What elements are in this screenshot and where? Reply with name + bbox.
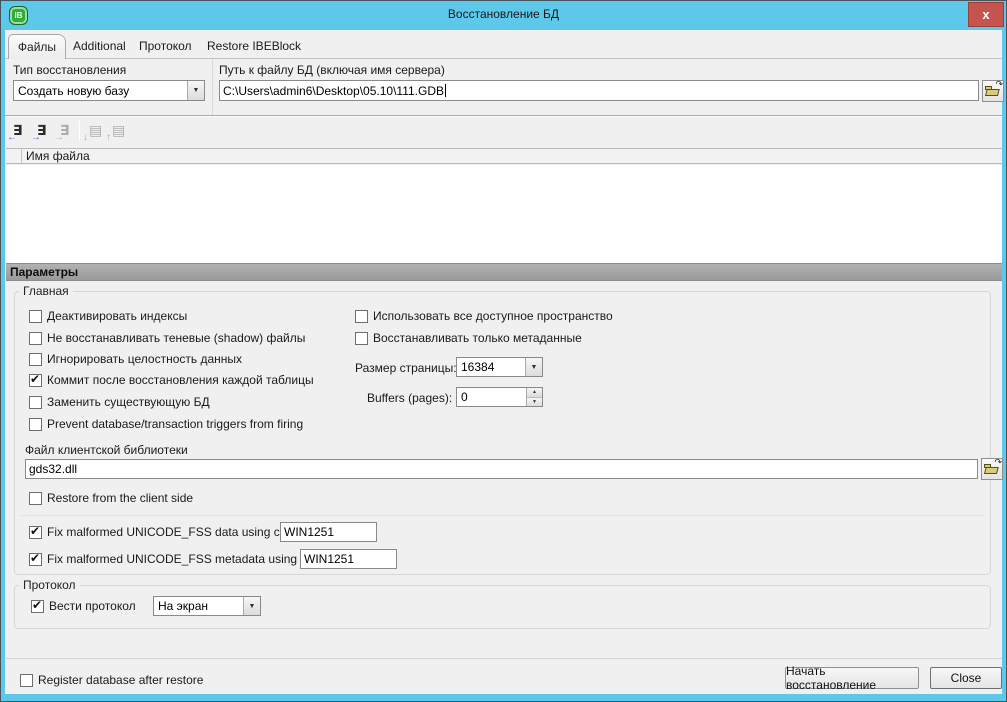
checkbox-box[interactable] bbox=[29, 310, 42, 323]
fix-metadata-charset-input[interactable]: WIN1251 bbox=[300, 549, 397, 569]
db-path-value: C:\Users\admin6\Desktop\05.10\111.GDB bbox=[223, 84, 444, 98]
move-down-icon[interactable]: ▤ ↓ bbox=[85, 121, 105, 141]
spin-up-icon[interactable]: ▲ bbox=[527, 388, 542, 398]
checkbox-box[interactable] bbox=[29, 332, 42, 345]
close-button[interactable]: x bbox=[968, 2, 1004, 27]
checkbox-ignore-integrity[interactable]: Игнорировать целостность данных bbox=[29, 352, 242, 366]
folder-open-icon: ↷ bbox=[985, 85, 1001, 97]
tab-additional[interactable]: Additional bbox=[73, 39, 126, 53]
checkbox-register-after-restore[interactable]: Register database after restore bbox=[20, 673, 203, 687]
folder-open-icon: ↷ bbox=[984, 463, 1000, 475]
checkbox-box[interactable] bbox=[20, 674, 33, 687]
checkbox-box[interactable] bbox=[29, 353, 42, 366]
start-restore-button[interactable]: Начать восстановление bbox=[785, 667, 919, 689]
tab-files[interactable]: Файлы bbox=[8, 34, 66, 59]
close-dialog-button[interactable]: Close bbox=[930, 667, 1002, 689]
buffers-stepper[interactable]: 0 ▲ ▼ bbox=[456, 387, 543, 407]
window-border-right bbox=[1002, 30, 1006, 701]
page-size-value: 16384 bbox=[457, 360, 525, 374]
files-table-body[interactable] bbox=[6, 165, 1002, 263]
log-target-value: На экран bbox=[154, 599, 243, 613]
browse-client-library-button[interactable]: ↷ bbox=[981, 458, 1003, 480]
checkbox-box[interactable] bbox=[29, 374, 42, 387]
checkbox-box[interactable] bbox=[31, 600, 44, 613]
file-name-column-header[interactable]: Имя файла bbox=[22, 149, 1002, 163]
move-up-icon[interactable]: ▤ ↑ bbox=[108, 121, 128, 141]
checkbox-box[interactable] bbox=[29, 553, 42, 566]
tab-restore-ibeblock[interactable]: Restore IBEBlock bbox=[207, 39, 301, 53]
add-file-icon[interactable]: ∃ ← bbox=[9, 121, 29, 141]
toolbar-separator bbox=[79, 121, 80, 141]
checkbox-metadata-only[interactable]: Восстанавливать только метаданные bbox=[355, 331, 582, 345]
groove-line-highlight bbox=[5, 116, 1002, 117]
checkbox-box[interactable] bbox=[29, 526, 42, 539]
fix-data-charset-input[interactable]: WIN1251 bbox=[280, 522, 377, 542]
checkbox-restore-client-side[interactable]: Restore from the client side bbox=[29, 491, 193, 505]
checkbox-box[interactable] bbox=[29, 418, 42, 431]
main-group-legend: Главная bbox=[19, 284, 73, 298]
checkbox-box[interactable] bbox=[29, 492, 42, 505]
browse-db-path-button[interactable]: ↷ bbox=[982, 80, 1004, 102]
spin-down-icon[interactable]: ▼ bbox=[527, 398, 542, 407]
top-pane-divider bbox=[212, 59, 213, 115]
chevron-down-icon[interactable]: ▼ bbox=[187, 81, 204, 100]
row-indicator-column bbox=[6, 149, 22, 163]
client-library-input[interactable]: gds32.dll bbox=[25, 459, 978, 479]
checkbox-use-all-space[interactable]: Использовать все доступное пространство bbox=[355, 309, 613, 323]
window-border-bottom bbox=[5, 694, 1002, 701]
checkbox-box[interactable] bbox=[29, 396, 42, 409]
page-size-select[interactable]: 16384 ▼ bbox=[456, 357, 543, 377]
files-table-header: Имя файла bbox=[6, 148, 1002, 164]
page-size-label: Размер страницы: bbox=[355, 361, 457, 375]
window-border-left bbox=[1, 30, 5, 701]
tab-protocol[interactable]: Протокол bbox=[139, 39, 192, 53]
buffers-value: 0 bbox=[457, 388, 526, 406]
group-separator bbox=[21, 515, 984, 516]
remove-file-icon[interactable]: ∃ → bbox=[56, 121, 76, 141]
restore-type-select[interactable]: Создать новую базу ▼ bbox=[13, 80, 205, 101]
db-path-input[interactable]: C:\Users\admin6\Desktop\05.10\111.GDB bbox=[219, 80, 979, 101]
text-caret bbox=[445, 84, 446, 97]
checkbox-box[interactable] bbox=[355, 332, 368, 345]
window-title: Восстановление БД bbox=[1, 7, 1006, 21]
restore-db-window: Восстановление БД IB x Файлы Additional … bbox=[0, 0, 1007, 702]
footer-divider bbox=[6, 658, 1002, 659]
client-library-value: gds32.dll bbox=[29, 462, 77, 476]
restore-type-value: Создать новую базу bbox=[14, 84, 187, 98]
chevron-down-icon[interactable]: ▼ bbox=[243, 597, 260, 615]
tabstrip-divider bbox=[5, 58, 1002, 59]
insert-file-icon[interactable]: ∃ → bbox=[33, 121, 53, 141]
checkbox-no-shadow-files[interactable]: Не восстанавливать теневые (shadow) файл… bbox=[29, 331, 305, 345]
chevron-down-icon[interactable]: ▼ bbox=[525, 358, 542, 376]
db-path-label: Путь к файлу БД (включая имя сервера) bbox=[219, 63, 445, 77]
close-icon: x bbox=[982, 7, 989, 22]
checkbox-deactivate-indexes[interactable]: Деактивировать индексы bbox=[29, 309, 187, 323]
checkbox-replace-existing-db[interactable]: Заменить существующую БД bbox=[29, 395, 210, 409]
parameters-section-header: Параметры bbox=[6, 263, 1002, 281]
checkbox-fix-unicode-metadata[interactable]: Fix malformed UNICODE_FSS metadata using… bbox=[29, 552, 340, 566]
checkbox-box[interactable] bbox=[355, 310, 368, 323]
checkbox-fix-unicode-data[interactable]: Fix malformed UNICODE_FSS data using cha… bbox=[29, 525, 313, 539]
log-target-select[interactable]: На экран ▼ bbox=[153, 596, 261, 616]
checkbox-keep-log[interactable]: Вести протокол bbox=[31, 599, 136, 613]
app-icon: IB bbox=[9, 6, 28, 25]
checkbox-commit-each-table[interactable]: Коммит после восстановления каждой табли… bbox=[29, 373, 314, 387]
protocol-group-legend: Протокол bbox=[19, 578, 80, 592]
restore-type-label: Тип восстановления bbox=[13, 63, 126, 77]
buffers-label: Buffers (pages): bbox=[367, 391, 452, 405]
checkbox-prevent-triggers[interactable]: Prevent database/transaction triggers fr… bbox=[29, 417, 303, 431]
client-library-label: Файл клиентской библиотеки bbox=[25, 443, 188, 457]
